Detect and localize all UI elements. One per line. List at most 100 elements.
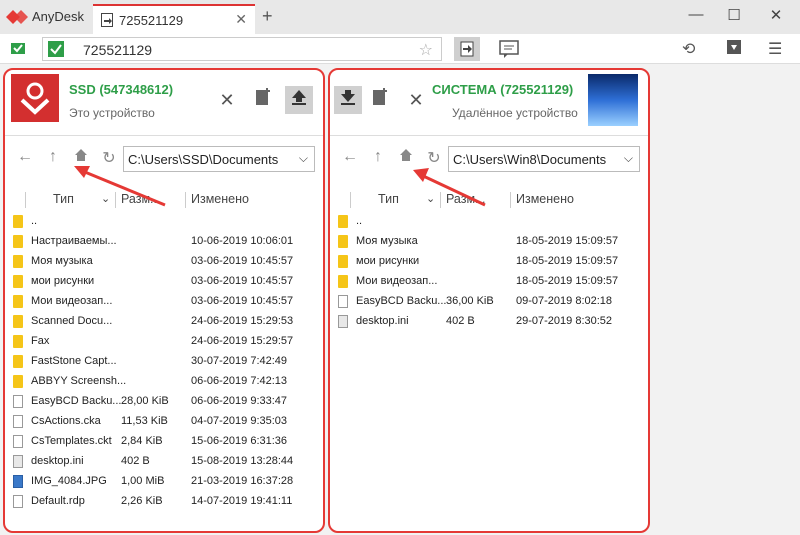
- address-value: 725521129: [83, 42, 153, 58]
- table-row[interactable]: IMG_4084.JPG 1,00 MiB 21-03-2019 16:37:28: [5, 472, 323, 492]
- file-name: ..: [356, 215, 363, 227]
- address-input[interactable]: 725521129 ☆: [42, 37, 442, 61]
- table-row[interactable]: CsActions.cka 11,53 KiB 04-07-2019 9:35:03: [5, 412, 323, 432]
- chevron-down-icon[interactable]: ⌵: [624, 151, 633, 166]
- chevron-down-icon[interactable]: ⌵: [299, 151, 308, 166]
- table-row[interactable]: Scanned Docu... 24-06-2019 15:29:53: [5, 312, 323, 332]
- file-name: Моя музыка: [31, 255, 93, 267]
- file-modified: 15-08-2019 13:28:44: [191, 455, 294, 467]
- file-name: EasyBCD Backu...: [31, 395, 122, 407]
- local-panel-header: SSD (547348612) Это устройство ✕: [5, 70, 323, 136]
- connection-status-icon: [11, 43, 25, 54]
- table-row[interactable]: desktop.ini 402 B 29-07-2019 8:30:52: [330, 312, 648, 332]
- file-name: ABBYY Screensh...: [31, 375, 127, 387]
- column-separator: [185, 192, 186, 208]
- table-row[interactable]: Настраиваемы... 10-06-2019 10:06:01: [5, 232, 323, 252]
- remote-device-subtitle: Удалённое устройство: [452, 106, 578, 120]
- anydesk-avatar-icon: [20, 82, 50, 115]
- table-row[interactable]: Мои видеозап... 18-05-2019 15:09:57: [330, 272, 648, 292]
- upload-button[interactable]: [285, 86, 313, 114]
- table-row[interactable]: CsTemplates.ckt 2,84 KiB 15-06-2019 6:31:3…: [5, 432, 323, 452]
- chat-button[interactable]: [496, 37, 522, 61]
- verified-icon: [48, 41, 64, 57]
- annotation-arrow-right: [413, 168, 486, 207]
- table-row[interactable]: Моя музыка 03-06-2019 10:45:57: [5, 252, 323, 272]
- file-name: ..: [31, 215, 38, 227]
- file-modified: 03-06-2019 10:45:57: [191, 295, 294, 307]
- file-name: мои рисунки: [356, 255, 420, 267]
- folder-icon: [13, 375, 23, 388]
- file-modified: 18-05-2019 15:09:57: [516, 275, 619, 287]
- back-icon[interactable]: ←: [15, 148, 35, 166]
- file-icon: [13, 495, 23, 508]
- column-header-modified[interactable]: Изменено: [191, 192, 249, 206]
- table-row[interactable]: мои рисунки 18-05-2019 15:09:57: [330, 252, 648, 272]
- new-tab-button[interactable]: +: [262, 6, 273, 27]
- remote-panel: ✕ СИСТЕМА (725521129) Удалённое устройст…: [328, 68, 650, 533]
- close-button[interactable]: ✕: [766, 6, 786, 24]
- content-background: [652, 64, 800, 535]
- minimize-button[interactable]: —: [686, 6, 706, 23]
- cancel-icon[interactable]: ✕: [402, 86, 430, 114]
- file-modified: 09-07-2019 8:02:18: [516, 295, 613, 307]
- cancel-icon[interactable]: ✕: [213, 86, 241, 114]
- favorite-star-icon[interactable]: ☆: [419, 40, 433, 60]
- local-device-avatar: [11, 74, 59, 122]
- title-bar: AnyDesk 725521129 ✕ + — ☐ ✕: [0, 0, 800, 34]
- tab-label: 725521129: [119, 13, 184, 28]
- table-row[interactable]: мои рисунки 03-06-2019 10:45:57: [5, 272, 323, 292]
- up-icon[interactable]: ↑: [368, 148, 388, 166]
- table-row[interactable]: FastStone Capt... 30-07-2019 7:42:49: [5, 352, 323, 372]
- maximize-button[interactable]: ☐: [724, 6, 744, 24]
- address-bar: 725521129 ☆ ⟲ ☰: [0, 34, 800, 64]
- tab-close-icon[interactable]: ✕: [235, 11, 247, 28]
- table-row[interactable]: ABBYY Screensh... 06-06-2019 7:42:13: [5, 372, 323, 392]
- table-row[interactable]: Default.rdp 2,26 KiB 14-07-2019 19:41:11: [5, 492, 323, 512]
- column-header-type[interactable]: Тип: [378, 192, 399, 206]
- file-icon: [13, 435, 23, 448]
- file-size: 2,84 KiB: [121, 435, 163, 447]
- file-size: 1,00 MiB: [121, 475, 165, 487]
- file-modified: 03-06-2019 10:45:57: [191, 255, 294, 267]
- file-modified: 06-06-2019 7:42:13: [191, 375, 288, 387]
- history-icon[interactable]: ⟲: [682, 39, 695, 59]
- file-icon: [338, 295, 348, 308]
- local-panel: SSD (547348612) Это устройство ✕ ← ↑ ↻ C…: [3, 68, 325, 533]
- back-icon[interactable]: ←: [340, 148, 360, 166]
- table-row[interactable]: Моя музыка 18-05-2019 15:09:57: [330, 232, 648, 252]
- menu-icon[interactable]: ☰: [768, 39, 782, 59]
- file-modified: 30-07-2019 7:42:49: [191, 355, 288, 367]
- file-modified: 18-05-2019 15:09:57: [516, 255, 619, 267]
- file-name: IMG_4084.JPG: [31, 475, 107, 487]
- folder-icon: [13, 335, 23, 348]
- table-row[interactable]: desktop.ini 402 B 15-08-2019 13:28:44: [5, 452, 323, 472]
- file-name: Scanned Docu...: [31, 315, 113, 327]
- file-size: 402 B: [121, 455, 150, 467]
- connect-button[interactable]: [454, 37, 480, 61]
- file-modified: 04-07-2019 9:35:03: [191, 415, 288, 427]
- file-size: 36,00 KiB: [446, 295, 494, 307]
- local-device-subtitle: Это устройство: [69, 106, 155, 120]
- file-name: FastStone Capt...: [31, 355, 117, 367]
- table-row[interactable]: EasyBCD Backu... 28,00 KiB 06-06-2019 9:33…: [5, 392, 323, 412]
- new-folder-icon[interactable]: [249, 86, 277, 114]
- folder-icon: [13, 235, 23, 248]
- download-button[interactable]: [334, 86, 362, 114]
- folder-icon: [338, 255, 348, 268]
- file-transfer-icon: [101, 13, 113, 27]
- file-name: EasyBCD Backu...: [356, 295, 447, 307]
- table-row[interactable]: EasyBCD Backu... 36,00 KiB 09-07-2019 8:02…: [330, 292, 648, 312]
- download-icon[interactable]: [726, 39, 742, 60]
- file-icon: [13, 395, 23, 408]
- file-modified: 24-06-2019 15:29:53: [191, 315, 294, 327]
- table-row[interactable]: Мои видеозап... 03-06-2019 10:45:57: [5, 292, 323, 312]
- tab-session[interactable]: 725521129 ✕: [93, 4, 255, 34]
- folder-icon: [13, 255, 23, 268]
- file-modified: 21-03-2019 16:37:28: [191, 475, 294, 487]
- file-size: 402 B: [446, 315, 475, 327]
- file-size: 28,00 KiB: [121, 395, 169, 407]
- table-row[interactable]: Fax 24-06-2019 15:29:57: [5, 332, 323, 352]
- file-name: CsTemplates.ckt: [31, 435, 112, 447]
- new-folder-icon[interactable]: [366, 86, 394, 114]
- file-modified: 24-06-2019 15:29:57: [191, 335, 294, 347]
